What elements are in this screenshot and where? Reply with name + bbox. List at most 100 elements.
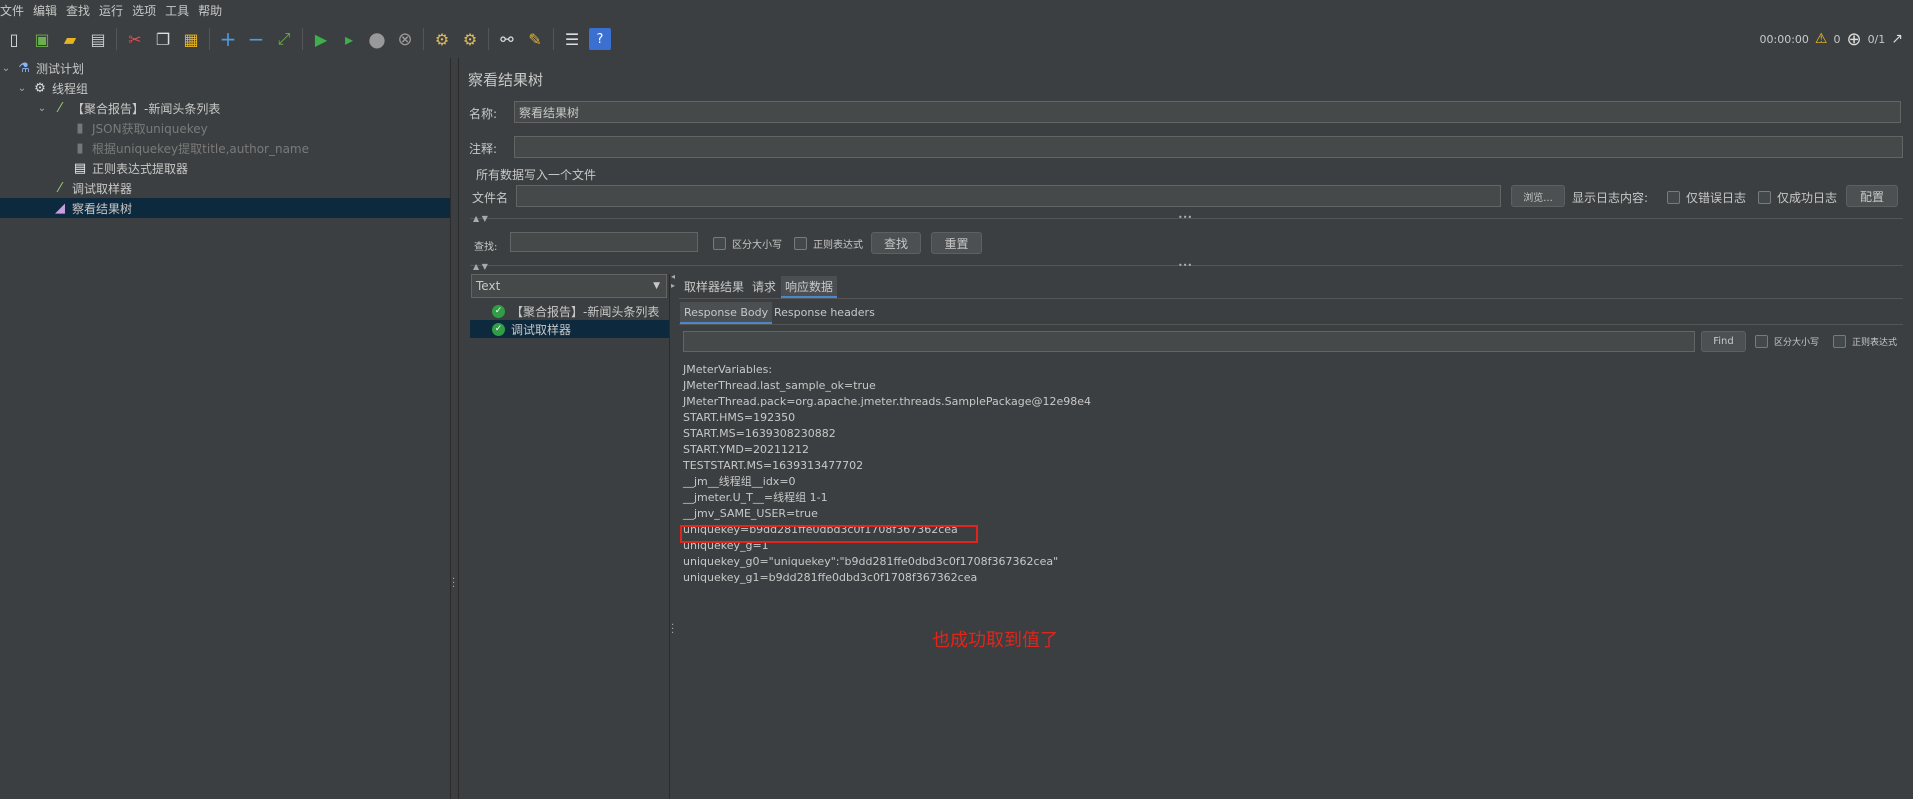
reset-button[interactable]: 重置 <box>931 232 982 254</box>
checkbox-box[interactable] <box>713 237 726 250</box>
browse-button[interactable]: 浏览... <box>1511 185 1565 207</box>
tree-item-title-extractor[interactable]: ▮ 根据uniquekey提取title,author_name <box>72 138 309 158</box>
success-check-icon: ✓ <box>492 322 505 336</box>
checkbox-box[interactable] <box>794 237 807 250</box>
copy-icon[interactable]: ❐ <box>152 28 174 50</box>
tree-item-label: 调试取样器 <box>72 181 133 196</box>
collapse-icon[interactable]: − <box>245 27 267 51</box>
toggle-icon[interactable]: ⤢ <box>273 28 295 50</box>
chevron-down-icon[interactable]: ▼ <box>653 281 660 291</box>
open-icon[interactable]: ▰ <box>59 28 81 50</box>
function-helper-icon[interactable]: ☰ <box>561 28 583 50</box>
menu-edit[interactable]: 编辑 <box>33 2 62 19</box>
splitter-grip-icon[interactable]: ••• <box>1178 213 1192 222</box>
success-only-checkbox[interactable]: 仅成功日志 <box>1758 189 1837 206</box>
sample-item-debug-sampler[interactable]: ✓ 调试取样器 <box>470 320 669 338</box>
file-name-field[interactable] <box>516 185 1501 207</box>
tree-item-test-plan[interactable]: ⌄ ⚗ 测试计划 <box>0 58 84 78</box>
splitter-grip-icon[interactable]: ••• <box>1178 261 1192 270</box>
menu-tools[interactable]: 工具 <box>165 2 194 19</box>
errors-only-checkbox[interactable]: 仅错误日志 <box>1667 189 1746 206</box>
thread-count: 0/1 <box>1867 32 1886 46</box>
find-case-checkbox[interactable]: 区分大小写 <box>1755 335 1819 348</box>
cut-icon[interactable]: ✂ <box>124 28 146 50</box>
clear-icon[interactable]: ⚙ <box>431 28 453 50</box>
divider <box>679 298 1903 299</box>
tree-splitter[interactable]: · · · <box>450 58 459 799</box>
name-label: 名称: <box>469 107 498 121</box>
tab-sampler-result[interactable]: 取样器结果 <box>680 276 748 296</box>
search-icon[interactable]: ⚯ <box>496 28 518 50</box>
warning-icon[interactable]: ⚠ <box>1815 31 1828 47</box>
response-line: uniquekey_g0="uniquekey":"b9dd281ffe0dbd… <box>683 555 1059 568</box>
errors-only-label: 仅错误日志 <box>1686 191 1747 205</box>
tree-item-label: 察看结果树 <box>72 201 133 216</box>
chevron-down-icon[interactable]: ⌄ <box>0 63 12 74</box>
tree-item-regex-extractor[interactable]: ▤ 正则表达式提取器 <box>72 158 188 178</box>
paste-icon[interactable]: ▦ <box>180 28 202 50</box>
find-button[interactable]: Find <box>1701 331 1746 352</box>
find-input[interactable] <box>683 331 1695 352</box>
search-input[interactable] <box>510 232 698 252</box>
menu-search[interactable]: 查找 <box>66 2 95 19</box>
tree-item-http-request[interactable]: ⌄ ⁄ 【聚合报告】-新闻头条列表 <box>36 98 221 118</box>
search-label: 查找: <box>474 242 498 253</box>
file-section-title: 所有数据写入一个文件 <box>476 168 597 182</box>
checkbox-box[interactable] <box>1755 335 1768 348</box>
flask-icon: ⚗ <box>18 60 30 76</box>
menu-help[interactable]: 帮助 <box>198 2 227 19</box>
tree-item-label: 根据uniquekey提取title,author_name <box>92 141 310 156</box>
new-icon[interactable]: ▯ <box>3 28 25 50</box>
shutdown-icon[interactable]: ⊗ <box>394 28 416 50</box>
tab-response-headers[interactable]: Response headers <box>770 302 879 322</box>
collapse-arrows-icon[interactable]: ▲ ▼ <box>473 214 488 223</box>
save-icon[interactable]: ▤ <box>87 28 109 50</box>
case-sensitive-checkbox[interactable]: 区分大小写 <box>713 236 782 251</box>
clear-all-icon[interactable]: ⚙ <box>459 28 481 50</box>
tree-item-json-extractor[interactable]: ▮ JSON获取uniquekey <box>72 118 207 138</box>
find-regex-checkbox[interactable]: 正则表达式 <box>1833 335 1897 348</box>
tab-request[interactable]: 请求 <box>748 276 780 296</box>
reset-search-icon[interactable]: ✎ <box>524 28 546 50</box>
remote-icon[interactable]: ⊕ <box>1846 29 1861 50</box>
menu-run[interactable]: 运行 <box>99 2 128 19</box>
tree-item-label: 正则表达式提取器 <box>92 161 189 176</box>
help-icon[interactable]: ? <box>589 28 611 50</box>
sample-item-http-request[interactable]: ✓ 【聚合报告】-新闻头条列表 <box>470 302 659 320</box>
start-no-pause-icon[interactable]: ▸ <box>338 28 360 50</box>
case-sensitive-label: 区分大小写 <box>732 240 782 251</box>
stop-icon[interactable]: ● <box>366 27 388 51</box>
chevron-down-icon[interactable]: ⌄ <box>16 83 28 94</box>
tab-response-body[interactable]: Response Body <box>680 302 773 324</box>
tree-item-debug-sampler[interactable]: ⁄ 调试取样器 <box>52 178 132 198</box>
checkbox-box[interactable] <box>1667 191 1680 204</box>
chevron-down-icon[interactable]: ⌄ <box>36 103 48 114</box>
renderer-value: Text <box>476 279 501 293</box>
menu-file[interactable]: 文件 <box>0 2 29 19</box>
success-check-icon: ✓ <box>492 304 505 318</box>
checkbox-box[interactable] <box>1833 335 1846 348</box>
search-button[interactable]: 查找 <box>871 232 921 254</box>
menu-options[interactable]: 选项 <box>132 2 161 19</box>
regex-checkbox[interactable]: 正则表达式 <box>794 236 863 251</box>
results-splitter[interactable]: ◂ ▸ · · · <box>669 272 677 799</box>
tree-item-view-results-tree[interactable]: ◢ 察看结果树 <box>0 198 450 218</box>
renderer-select[interactable]: Text ▼ <box>471 274 667 298</box>
name-field[interactable]: 察看结果树 <box>514 101 1901 123</box>
regex-icon: ▤ <box>73 160 87 176</box>
expand-icon[interactable]: + <box>217 27 239 51</box>
splitter-grip-icon: · · · <box>452 574 456 593</box>
configure-button[interactable]: 配置 <box>1846 185 1898 207</box>
start-icon[interactable]: ▶ <box>310 28 332 50</box>
log-content-label: 显示日志内容: <box>1572 191 1649 205</box>
tree-item-thread-group[interactable]: ⌄ ⚙ 线程组 <box>16 78 88 98</box>
toolbar-divider <box>116 28 117 50</box>
collapse-arrows-icon[interactable]: ▲ ▼ <box>473 262 488 271</box>
templates-icon[interactable]: ▣ <box>31 28 53 50</box>
splitter-arrows-icon[interactable]: ◂ ▸ <box>671 272 675 290</box>
tab-response-data[interactable]: 响应数据 <box>781 276 838 298</box>
comment-field[interactable] <box>514 136 1903 158</box>
sample-label: 【聚合报告】-新闻头条列表 <box>511 304 660 319</box>
response-body-text[interactable]: JMeterVariables: JMeterThread.last_sample… <box>683 362 1091 586</box>
checkbox-box[interactable] <box>1758 191 1771 204</box>
